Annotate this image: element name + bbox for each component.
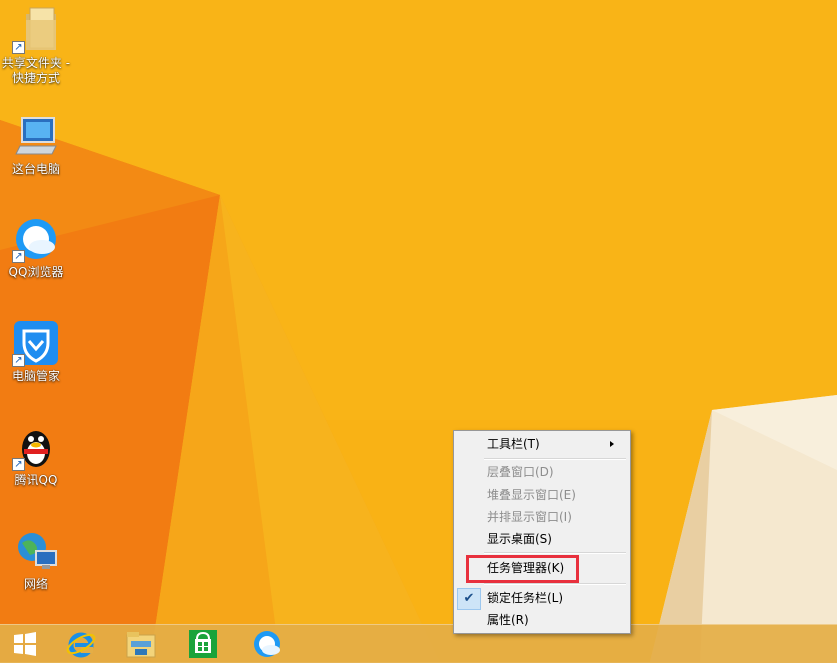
shortcut-arrow-icon: ↗ xyxy=(12,458,25,471)
menu-separator xyxy=(484,458,626,460)
desktop-icon-shared-folder[interactable]: ↗ 共享文件夹 - 快捷方式 xyxy=(0,6,72,86)
wallpaper xyxy=(0,0,837,662)
desktop-icon-label: 共享文件夹 - xyxy=(1,56,71,70)
menu-item-label: 堆叠显示窗口(E) xyxy=(487,488,576,502)
menu-item-label: 工具栏(T) xyxy=(487,437,540,451)
shortcut-arrow-icon: ↗ xyxy=(12,354,25,367)
desktop-icon-network[interactable]: 网络 xyxy=(0,527,72,592)
taskbar-explorer-button[interactable] xyxy=(116,625,166,663)
store-icon xyxy=(189,630,217,658)
taskbar-ie-button[interactable] xyxy=(56,625,106,663)
desktop-icon-label: 这台电脑 xyxy=(11,162,60,176)
desktop-icon-label: 快捷方式 xyxy=(11,71,60,85)
menu-item-label: 显示桌面(S) xyxy=(487,532,552,546)
network-icon xyxy=(12,527,60,575)
menu-item-show-desktop[interactable]: 显示桌面(S) xyxy=(487,528,622,550)
desktop[interactable]: ↗ 共享文件夹 - 快捷方式 这台电脑 ↗ QQ浏览器 ↗ 电脑管家 ↗ 腾讯Q… xyxy=(0,0,837,662)
shortcut-arrow-icon: ↗ xyxy=(12,41,25,54)
taskbar-qq-browser-button[interactable] xyxy=(242,625,292,663)
menu-separator xyxy=(484,552,626,554)
windows-start-icon xyxy=(14,632,36,656)
qq-browser-icon: ↗ xyxy=(12,215,60,263)
menu-item-cascade-windows[interactable]: 层叠窗口(D) xyxy=(487,461,622,483)
shortcut-arrow-icon: ↗ xyxy=(12,250,25,263)
menu-item-stack-windows[interactable]: 堆叠显示窗口(E) xyxy=(487,484,622,506)
taskbar[interactable] xyxy=(0,624,837,663)
menu-item-label: 锁定任务栏(L) xyxy=(487,591,564,605)
submenu-arrow-icon xyxy=(610,441,614,447)
desktop-icon-qq-browser[interactable]: ↗ QQ浏览器 xyxy=(0,215,72,280)
desktop-icon-label: 腾讯QQ xyxy=(14,473,58,487)
computer-icon xyxy=(12,112,60,160)
desktop-icon-label: 电脑管家 xyxy=(11,369,60,383)
desktop-icon-label: 网络 xyxy=(23,577,48,591)
menu-item-lock-taskbar[interactable]: 锁定任务栏(L) xyxy=(487,587,622,609)
desktop-icon-label: QQ浏览器 xyxy=(8,265,64,279)
qq-penguin-icon: ↗ xyxy=(12,423,60,471)
menu-item-side-by-side-windows[interactable]: 并排显示窗口(I) xyxy=(487,506,622,528)
check-mark-icon: ✔ xyxy=(457,588,481,610)
menu-separator xyxy=(484,583,626,585)
desktop-icon-this-pc[interactable]: 这台电脑 xyxy=(0,112,72,177)
menu-item-toolbars[interactable]: 工具栏(T) xyxy=(487,433,622,455)
taskbar-context-menu: 工具栏(T) 层叠窗口(D) 堆叠显示窗口(E) 并排显示窗口(I) 显示桌面(… xyxy=(453,430,631,634)
taskbar-store-button[interactable] xyxy=(178,625,228,663)
menu-item-label: 属性(R) xyxy=(487,613,529,627)
qq-browser-icon xyxy=(254,631,280,657)
file-explorer-icon xyxy=(126,632,156,658)
desktop-icon-qq[interactable]: ↗ 腾讯QQ xyxy=(0,423,72,488)
menu-item-properties[interactable]: 属性(R) xyxy=(487,609,622,631)
task-manager-highlight-box xyxy=(466,555,579,583)
internet-explorer-icon xyxy=(66,632,96,658)
menu-item-label: 并排显示窗口(I) xyxy=(487,510,572,524)
folder-icon: ↗ xyxy=(12,6,60,54)
pc-manager-icon: ↗ xyxy=(12,319,60,367)
menu-item-label: 层叠窗口(D) xyxy=(487,465,554,479)
desktop-icon-pc-manager[interactable]: ↗ 电脑管家 xyxy=(0,319,72,384)
start-button[interactable] xyxy=(0,625,50,663)
